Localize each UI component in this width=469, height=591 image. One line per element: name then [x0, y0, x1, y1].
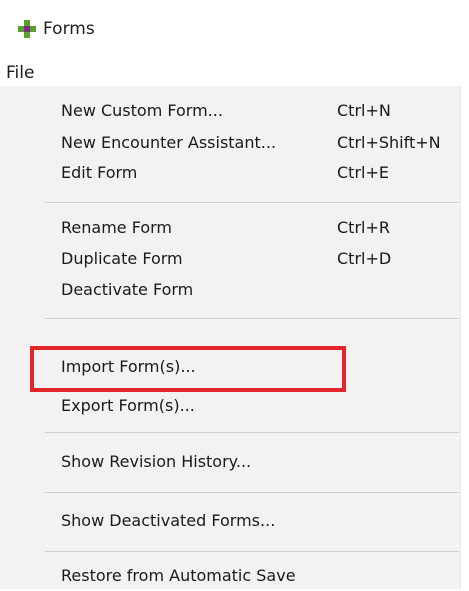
menu-item-label: New Encounter Assistant...	[61, 133, 277, 152]
menu-item-new-custom-form[interactable]: New Custom Form... Ctrl+N	[0, 96, 460, 126]
menu-separator	[45, 318, 459, 319]
file-menu[interactable]: File	[6, 62, 34, 84]
menu-item-label: Duplicate Form	[61, 249, 183, 268]
menu-separator	[45, 202, 459, 203]
menu-bar: File	[0, 59, 469, 86]
menu-item-deactivate-form[interactable]: Deactivate Form	[0, 275, 460, 305]
menu-item-label: Show Revision History...	[61, 452, 252, 471]
menu-item-label: New Custom Form...	[61, 101, 223, 120]
menu-item-label: Show Deactivated Forms...	[61, 511, 276, 530]
title-bar: Forms	[0, 0, 469, 59]
menu-item-label: Export Form(s)...	[61, 396, 195, 415]
menu-item-shortcut: Ctrl+E	[337, 163, 389, 182]
menu-item-label: Edit Form	[61, 163, 138, 182]
menu-item-export-forms[interactable]: Export Form(s)...	[0, 391, 460, 421]
menu-item-shortcut: Ctrl+R	[337, 218, 390, 237]
menu-item-shortcut: Ctrl+D	[337, 249, 392, 268]
menu-item-show-revision-history[interactable]: Show Revision History...	[0, 447, 460, 477]
menu-item-duplicate-form[interactable]: Duplicate Form Ctrl+D	[0, 244, 460, 274]
menu-item-label: Deactivate Form	[61, 280, 194, 299]
menu-item-shortcut: Ctrl+Shift+N	[337, 133, 441, 152]
menu-separator	[45, 432, 459, 433]
menu-item-label: Rename Form	[61, 218, 173, 237]
menu-item-new-encounter-assistant[interactable]: New Encounter Assistant... Ctrl+Shift+N	[0, 128, 460, 158]
menu-item-shortcut: Ctrl+N	[337, 101, 391, 120]
menu-separator	[45, 551, 459, 552]
highlight-annotation-box	[30, 346, 346, 392]
menu-item-rename-form[interactable]: Rename Form Ctrl+R	[0, 213, 460, 243]
menu-item-edit-form[interactable]: Edit Form Ctrl+E	[0, 158, 460, 188]
file-dropdown-menu: New Custom Form... Ctrl+N New Encounter …	[0, 86, 461, 589]
menu-item-restore-from-automatic-save[interactable]: Restore from Automatic Save	[0, 561, 460, 591]
menu-item-label: Restore from Automatic Save	[61, 566, 296, 585]
window-title: Forms	[43, 19, 95, 39]
menu-separator	[45, 492, 459, 493]
forms-app-icon	[18, 20, 36, 38]
menu-item-show-deactivated-forms[interactable]: Show Deactivated Forms...	[0, 506, 460, 536]
